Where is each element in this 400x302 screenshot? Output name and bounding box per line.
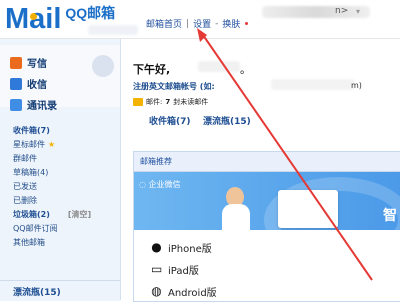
folder-label: QQ邮件订阅	[13, 223, 58, 233]
divider: -	[215, 18, 219, 29]
apple-icon: ●	[151, 240, 162, 254]
blurred-user-name	[198, 61, 240, 72]
banner-right-text: 智	[383, 208, 397, 224]
clear-spam-link[interactable]: [清空]	[68, 209, 91, 220]
folder-list: 收件箱(7) 星标邮件 ★ 群邮件 草稿箱(4) 已发送 已删除 垃圾箱(2) [清…	[13, 123, 117, 249]
android-version-item[interactable]: ◍ Android版	[151, 280, 271, 302]
folder-label: 垃圾箱(2)	[13, 209, 50, 219]
receive-button[interactable]: 收信	[10, 75, 110, 92]
change-skin-link[interactable]: 换肤	[222, 17, 240, 30]
divider: |	[186, 18, 190, 29]
folder-group[interactable]: 群邮件	[13, 151, 117, 165]
inbox-link[interactable]: 收件箱(7)	[149, 114, 191, 127]
star-icon: ★	[48, 139, 56, 149]
banner-label-text: 企业微信	[148, 180, 181, 189]
drift-bottle-link[interactable]: 漂流瓶(15)	[13, 285, 61, 298]
folder-inbox[interactable]: 收件箱(7)	[13, 123, 117, 137]
mailbox-home-link[interactable]: 邮箱首页	[146, 17, 182, 30]
folder-label: 星标邮件	[13, 139, 45, 149]
inbox-icon	[10, 77, 22, 90]
drift-bottle-panel: 漂流瓶(15)	[0, 280, 120, 301]
blurred-header-text	[88, 25, 138, 35]
register-english-address-link[interactable]: 注册英文邮箱帐号 (如:	[133, 81, 215, 92]
ipad-label: iPad版	[168, 265, 199, 277]
contacts-label: 通讯录	[27, 101, 57, 112]
mailbox-recommendation-panel: 邮箱推荐 ◌ 企业微信 智 ● iPhone版 ▭ iPad版 ◍ Androi…	[133, 151, 400, 302]
folder-label: 群邮件	[13, 153, 37, 163]
contacts-button[interactable]: 通讯录	[10, 96, 110, 113]
folder-drafts[interactable]: 草稿箱(4)	[13, 165, 117, 179]
pen-icon	[10, 56, 22, 69]
enterprise-wechat-banner[interactable]: ◌ 企业微信 智	[134, 172, 400, 230]
settings-link[interactable]: 设置	[193, 17, 211, 30]
unread-count: 7	[165, 98, 171, 106]
folder-label: 其他邮箱	[13, 237, 45, 247]
android-label: Android版	[168, 287, 217, 299]
unread-mail-info: 邮件: 7 封未读邮件	[133, 97, 208, 107]
folder-label: 草稿箱(4)	[13, 167, 49, 177]
blurred-username	[262, 6, 370, 18]
top-links: 邮箱首页 | 设置 - 换肤	[146, 17, 249, 30]
compose-label: 写信	[27, 59, 47, 70]
folder-label: 已删除	[13, 195, 37, 205]
greeting-punctuation: 。	[240, 63, 251, 76]
banner-label: ◌ 企业微信	[139, 180, 181, 189]
folder-label: 已发送	[13, 181, 37, 191]
tool-panel: 写信 收信 通讯录	[0, 45, 120, 112]
folder-spam[interactable]: 垃圾箱(2) [清空]	[13, 207, 117, 221]
header-bar: Mail QQ邮箱 n> ▾ 邮箱首页 | 设置 - 换肤	[0, 0, 400, 39]
username-suffix: n>	[335, 6, 349, 16]
banner-card-graphic	[278, 190, 338, 228]
folder-other-mailboxes[interactable]: 其他邮箱	[13, 235, 117, 249]
greeting: 下午好,	[133, 63, 171, 76]
iphone-label: iPhone版	[168, 243, 212, 255]
compose-button[interactable]: 写信	[10, 54, 110, 71]
folder-starred[interactable]: 星标邮件 ★	[13, 137, 117, 151]
person-body-graphic	[222, 204, 250, 230]
logo-dot-icon	[30, 13, 37, 20]
folder-sent[interactable]: 已发送	[13, 179, 117, 193]
folder-qq-subscription[interactable]: QQ邮件订阅	[13, 221, 117, 235]
receive-label: 收信	[27, 80, 47, 91]
register-suffix: m)	[351, 81, 362, 90]
bottle-link[interactable]: 漂流瓶(15)	[203, 114, 251, 127]
sidebar: 写信 收信 通讯录 收件箱(7) 星标邮件 ★ 群邮件 草稿箱(4) 已发送 已删…	[0, 39, 121, 301]
contacts-icon	[10, 98, 22, 111]
folder-label: 收件箱(7)	[13, 125, 50, 135]
iphone-version-item[interactable]: ● iPhone版	[151, 236, 271, 258]
blurred-address-example	[271, 79, 355, 90]
chevron-down-icon[interactable]: ▾	[356, 7, 360, 16]
recommendation-title: 邮箱推荐	[134, 152, 400, 172]
folder-deleted[interactable]: 已删除	[13, 193, 117, 207]
unread-text: 封未读邮件	[173, 98, 209, 106]
device-list: ● iPhone版 ▭ iPad版 ◍ Android版	[151, 236, 271, 302]
android-icon: ◍	[151, 284, 162, 298]
main-content: 下午好, 。 注册英文邮箱帐号 (如: m) 邮件: 7 封未读邮件 收件箱(7…	[121, 39, 400, 302]
envelope-icon	[133, 98, 143, 106]
ipad-version-item[interactable]: ▭ iPad版	[151, 258, 271, 280]
tablet-icon: ▭	[151, 262, 163, 276]
notification-dot-icon	[245, 22, 249, 25]
logo-subtitle: QQ邮箱	[65, 5, 116, 21]
mail-label: 邮件:	[146, 98, 163, 106]
